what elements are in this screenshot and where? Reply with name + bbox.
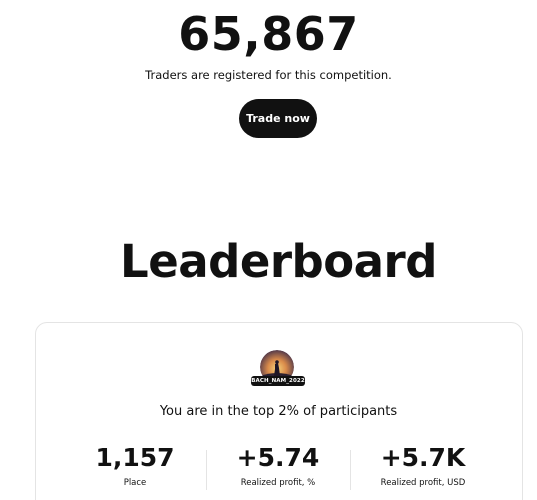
stat-divider xyxy=(350,450,351,490)
stat-place-label: Place xyxy=(123,478,147,488)
username-badge: BACH_NAM_2022 xyxy=(251,376,305,386)
trader-count: 65,867 xyxy=(178,7,359,61)
rank-percentile-text: You are in the top 2% of participants xyxy=(159,404,398,419)
leaderboard-title: Leaderboard xyxy=(120,235,437,288)
stat-place: 1,157 Place xyxy=(65,442,205,489)
stat-profit-percent-value: +5.74 xyxy=(236,443,320,472)
stat-divider xyxy=(206,450,207,490)
trade-now-button[interactable]: Trade now xyxy=(239,99,317,138)
stat-profit-usd-value: +5.7K xyxy=(380,443,466,472)
competition-page: 65,867 Traders are registered for this c… xyxy=(0,0,537,500)
stat-realized-profit-percent: +5.74 Realized profit, % xyxy=(208,442,348,489)
stat-place-value: 1,157 xyxy=(95,443,175,472)
trader-count-caption: Traders are registered for this competit… xyxy=(145,68,392,82)
stat-profit-percent-label: Realized profit, % xyxy=(240,478,316,488)
stat-realized-profit-usd: +5.7K Realized profit, USD xyxy=(353,442,493,489)
stat-profit-usd-label: Realized profit, USD xyxy=(380,478,466,488)
